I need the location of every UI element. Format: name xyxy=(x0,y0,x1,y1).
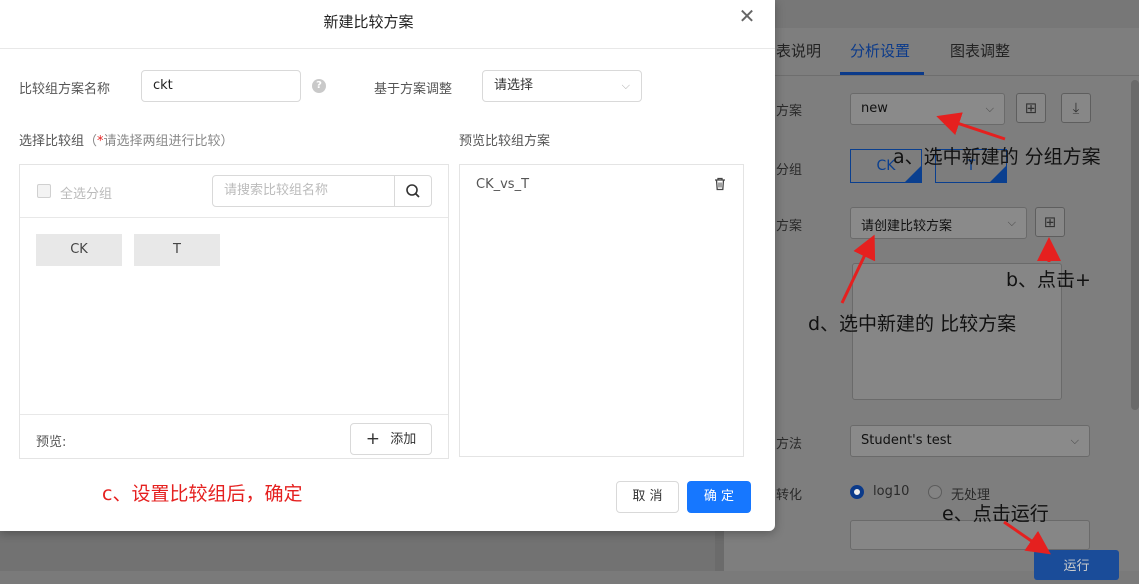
annotation-b: b、点击+ xyxy=(1006,269,1091,291)
annotation-d: d、选中新建的 比较方案 xyxy=(808,313,1017,335)
arrow-e xyxy=(1003,520,1051,555)
annotation-a: a、选中新建的 分组方案 xyxy=(893,146,1101,168)
arrow-a xyxy=(936,112,1006,141)
annotation-e: e、点击运行 xyxy=(942,503,1049,525)
arrow-d xyxy=(840,234,876,304)
annotation-c: c、设置比较组后，确定 xyxy=(102,483,303,505)
